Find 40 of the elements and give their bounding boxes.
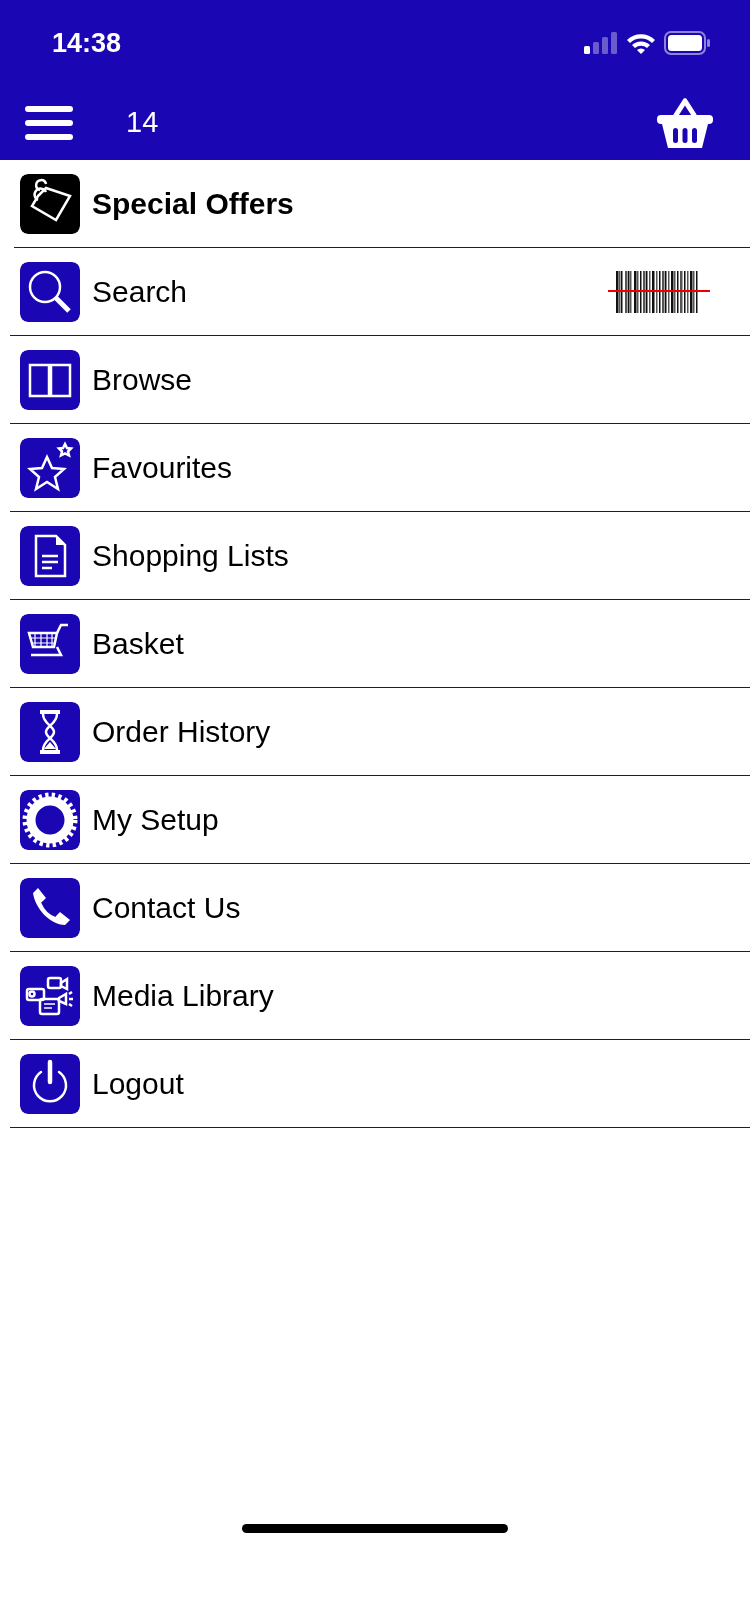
menu-label: Logout [92,1066,184,1102]
menu-item[interactable]: My Setup [10,776,750,864]
menu-item[interactable]: Favourites [10,424,750,512]
menu-label: Browse [92,362,193,398]
status-time: 14:38 [52,26,122,60]
menu-label: Special Offers [92,186,294,222]
battery-icon [664,31,710,55]
menu-item[interactable]: Basket [10,600,750,688]
cart-icon [20,613,80,674]
menu-icon[interactable] [24,103,74,143]
header-title: 14 [126,105,159,141]
search-icon [20,261,80,322]
menu-label: My Setup [92,802,219,838]
phone-icon [20,877,80,938]
menu-item[interactable]: Order History [10,688,750,776]
menu-label: Shopping Lists [92,538,289,574]
gear-icon [20,789,80,850]
menu-item[interactable]: Logout [10,1040,750,1128]
media-icon [20,965,80,1026]
menu-item[interactable]: Shopping Lists [10,512,750,600]
tag-icon [20,173,80,234]
hourglass-icon [20,701,80,762]
basket-icon[interactable] [656,97,714,149]
menu-item[interactable]: Special Offers [14,160,750,248]
book-icon [20,349,80,410]
signal-icon [584,32,618,54]
menu-label: Favourites [92,450,233,486]
menu-label: Basket [92,626,184,662]
menu-item[interactable]: Browse [10,336,750,424]
wifi-icon [626,32,656,54]
menu-label: Order History [92,714,271,750]
document-icon [20,525,80,586]
menu-label: Contact Us [92,890,241,926]
menu-item[interactable]: Search [10,248,750,336]
menu-label: Search [92,274,188,310]
menu-label: Media Library [92,978,274,1014]
barcode-scan-icon[interactable] [608,270,710,313]
menu-item[interactable]: Contact Us [10,864,750,952]
menu-item[interactable]: Media Library [10,952,750,1040]
power-icon [20,1053,80,1114]
